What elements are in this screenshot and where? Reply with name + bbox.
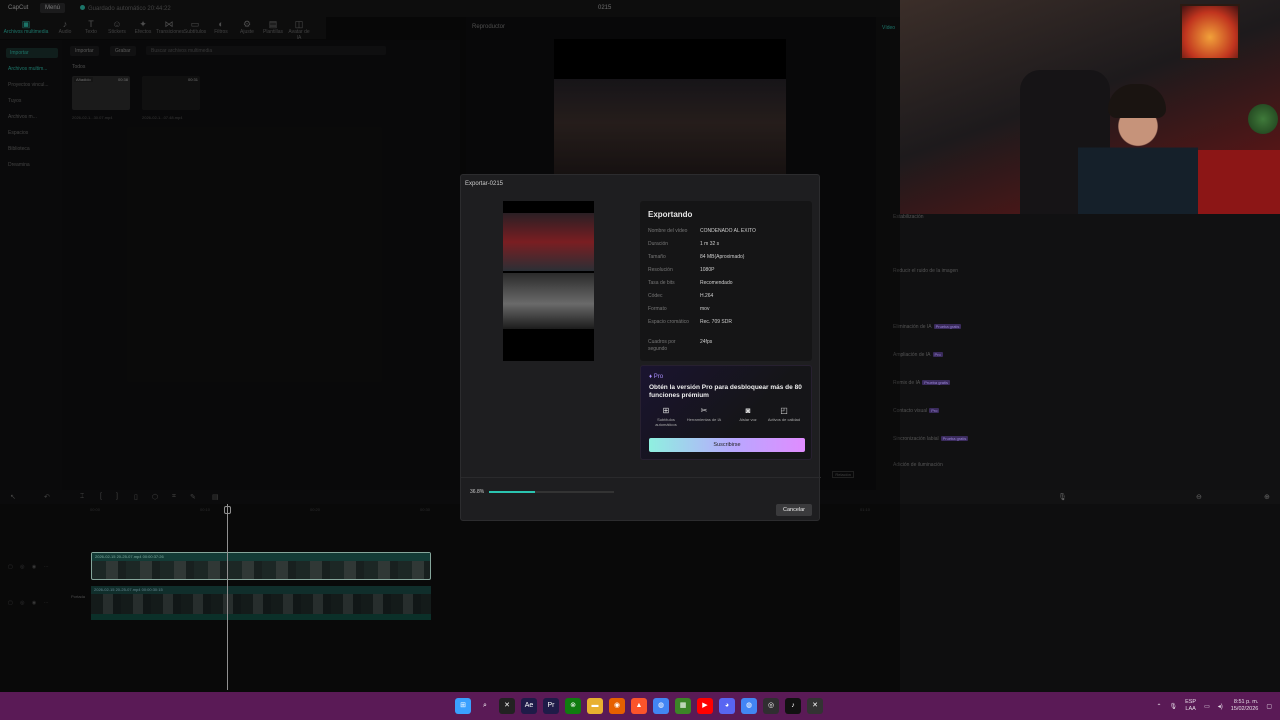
brave-icon[interactable]: ▲ [631,698,647,714]
field-value: 84 MB(Aproximado) [700,254,745,260]
plant [1248,104,1278,134]
pro-badge: Prueba gratis [940,436,969,441]
pro-badge: Pro [929,408,940,413]
pro-pitch: Obtén la versión Pro para desbloquear má… [649,384,802,399]
field-key: Tamaño [648,254,666,260]
pro-badge: Pro [932,352,943,357]
windows-start-icon[interactable]: ⊞ [455,698,471,714]
field-value: 1080P [700,267,715,273]
export-dialog: Exportar-0215 Exportando Nombre del víde… [460,174,821,521]
chevron-up-icon[interactable]: ⌃ [1156,703,1161,710]
field-value: Rec. 709 SDR [700,319,732,325]
field-value: 1 m 32 s [700,241,720,247]
feature-label: Herramientas de IA [686,417,722,422]
field-key: Resolución [648,267,673,273]
pro-badge: Prueba gratis [933,324,962,329]
network-icon[interactable]: ▭ [1204,703,1210,710]
taskbar: ⊞ ⌕ ✕ Ae Pr ⊗ ▬ ◉ ▲ ◍ ▦ ▶ ◕ ◍ ◎ ♪ ✕ ⌃ 🎙 ESP LAA ▭ ◂) 8:51… [0,692,1280,720]
progress-bar [489,491,614,493]
system-tray: ⌃ 🎙 ESP LAA ▭ ◂) 8:51 p. m. 15/02/2026 ▢ [1156,698,1272,714]
pro-tag-label: Pro [653,374,664,380]
zoom-in-icon[interactable]: ⊕ [1264,493,1270,501]
field-key: Tasa de bits [648,280,675,286]
discord-icon[interactable]: ◕ [719,698,735,714]
volume-icon[interactable]: ◂) [1218,703,1223,710]
field-key: Cuadros por segundo [648,339,676,352]
inspector-option[interactable]: Adición de iluminación [893,462,943,468]
inspector-option[interactable]: Eliminación de IA Prueba gratis [893,324,962,330]
file-explorer-icon[interactable]: ▬ [587,698,603,714]
chrome-icon[interactable]: ◍ [653,698,669,714]
quality-icon: ◰ [780,406,788,415]
field-value: 24fps [700,339,713,345]
pro-badge: Prueba gratis [922,380,951,385]
field-value: Recomendado [700,280,733,286]
export-heading: Exportando [648,210,693,219]
xbox-icon[interactable]: ⊗ [565,698,581,714]
option-label: Adición de iluminación [893,462,943,468]
tiktok-icon[interactable]: ♪ [785,698,801,714]
capcut-icon[interactable]: ✕ [499,698,515,714]
fireplace-painting [1180,4,1240,60]
progress-fill [489,491,535,493]
inspector-option[interactable]: Sincronización labial Prueba gratis [893,436,969,442]
pro-feature: ◰ Activos de calidad [765,406,803,422]
microphone-icon[interactable]: 🎙 [1169,703,1177,710]
pro-feature: ⊞ Subtítulos automáticos [647,406,685,427]
obs-icon[interactable]: ◎ [763,698,779,714]
pro-feature: ✂ Herramientas de IA [685,406,723,422]
firefox-icon[interactable]: ◉ [609,698,625,714]
field-key: Códec [648,293,663,299]
dialog-title: Exportar-0215 [465,181,504,187]
ai-tools-icon: ✂ [700,406,708,415]
clock-date: 15/02/2026 [1230,706,1259,712]
screen: CapCut Menú Guardado automático 20:44:22… [0,0,1280,720]
webcam-overlay [900,0,1280,214]
field-value: CONDENADO AL EXITO [700,228,756,234]
export-preview [503,201,594,361]
progress-percent: 36.8% [470,489,485,495]
feature-label: Aislar voz [739,417,757,422]
chrome-alt-icon[interactable]: ◍ [741,698,757,714]
isolate-voice-icon: ◙ [745,406,751,415]
inspector-option[interactable]: Ampliación de IA Pro [893,352,943,358]
inspector-option[interactable]: Reducir el ruido de la imagen [893,268,958,274]
auto-subtitles-icon: ⊞ [662,406,670,415]
taskbar-apps: ⊞ ⌕ ✕ Ae Pr ⊗ ▬ ◉ ▲ ◍ ▦ ▶ ◕ ◍ ◎ ♪ ✕ [455,698,823,714]
youtube-icon[interactable]: ▶ [697,698,713,714]
language-indicator[interactable]: ESP LAA [1185,699,1196,713]
feature-label: Activos de calidad [767,417,801,422]
field-key: Duración [648,241,669,247]
keyboard-layout: LAA [1185,706,1196,712]
field-value: H.264 [700,293,714,299]
field-key: Espacio cromático [648,319,689,325]
pro-tag: ♦ Pro [649,374,664,380]
capcut-active-icon[interactable]: ✕ [807,698,823,714]
pro-feature: ◙ Aislar voz [729,406,767,422]
after-effects-icon[interactable]: Ae [521,698,537,714]
minecraft-icon[interactable]: ▦ [675,698,691,714]
export-info-card: Exportando Nombre del vídeo CONDENADO AL … [640,201,812,361]
preview-bottom-frame [503,273,594,329]
divider [461,477,821,478]
inspector-option[interactable]: Remix de IA Prueba gratis [893,380,951,386]
field-key: Formato [648,306,667,312]
clock-time: 8:51 p. m. [1233,699,1259,705]
streamer-hair [1108,84,1166,118]
field-key: Nombre del vídeo [648,228,688,234]
option-label: Reducir el ruido de la imagen [893,268,959,274]
cancel-button[interactable]: Cancelar [776,504,812,516]
clock[interactable]: 8:51 p. m. 15/02/2026 [1231,699,1259,713]
zoom-out-icon[interactable]: ⊖ [1196,493,1202,501]
premiere-icon[interactable]: Pr [543,698,559,714]
preview-top-frame [503,213,594,271]
feature-label: Subtítulos automáticos [655,417,677,427]
field-value: mov [700,306,710,312]
mic-icon[interactable]: 🎙 [1058,493,1067,501]
language-code: ESP [1185,699,1197,705]
pro-upsell-card: ♦ Pro Obtén la versión Pro para desbloqu… [640,365,812,460]
subscribe-button[interactable]: Suscribirse [649,438,805,452]
notifications-icon[interactable]: ▢ [1266,703,1272,710]
search-icon[interactable]: ⌕ [477,698,493,714]
